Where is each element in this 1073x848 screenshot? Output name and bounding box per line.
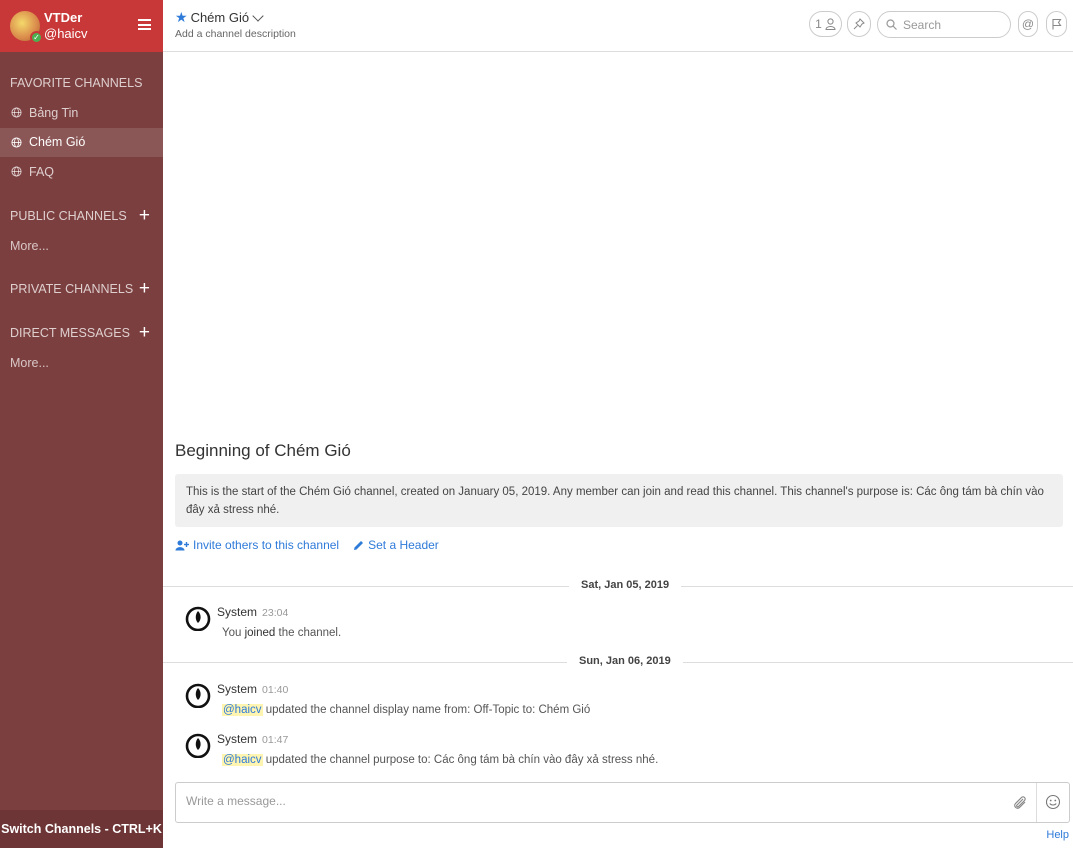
user-display-name: VTDer [44, 10, 83, 25]
star-icon[interactable]: ★ [175, 9, 188, 26]
private-channels-title: PRIVATE CHANNELS + [0, 274, 163, 304]
emoji-icon[interactable] [1045, 794, 1061, 810]
message-composer [175, 782, 1070, 823]
member-count-button[interactable]: 1 [809, 11, 842, 37]
message-author[interactable]: System [217, 682, 257, 696]
globe-icon [11, 137, 22, 148]
add-public-channel-icon[interactable]: + [139, 206, 150, 225]
invite-others-label: Invite others to this channel [193, 538, 340, 552]
channel-intro-text: This is the start of the Chém Gió channe… [175, 474, 1063, 527]
channel-description[interactable]: Add a channel description [175, 28, 296, 40]
sidebar-item-label: Chém Gió [29, 135, 86, 150]
recent-mentions-button[interactable]: @ [1018, 11, 1038, 37]
chevron-down-icon [252, 9, 264, 22]
hamburger-menu-icon[interactable] [138, 19, 151, 30]
message-header: System 23:04 [217, 605, 288, 619]
user-mention[interactable]: @haicv [222, 704, 263, 716]
channel-name-dropdown[interactable]: ★ Chém Gió [175, 9, 264, 26]
at-sign-icon: @ [1021, 17, 1035, 31]
channel-header: ★ Chém Gió Add a channel description 1 S… [163, 0, 1073, 52]
pin-icon [853, 18, 865, 30]
message-body: updated the channel purpose to: Các ông … [262, 754, 659, 766]
message-header: System 01:40 [217, 682, 288, 696]
online-status-icon: ✓ [30, 31, 43, 44]
message-body: updated the channel display name from: O… [262, 704, 591, 716]
sidebar: ✓ VTDer @haicv FAVORITE CHANNELS Bảng Ti… [0, 0, 163, 848]
add-private-channel-icon[interactable]: + [139, 279, 150, 298]
flagged-posts-button[interactable] [1046, 11, 1067, 37]
paperclip-icon[interactable] [1011, 794, 1029, 812]
channel-intro-title: Beginning of Chém Gió [175, 441, 351, 460]
message-text: @haicv updated the channel purpose to: C… [222, 754, 658, 766]
public-channels-label: PUBLIC CHANNELS [10, 208, 127, 223]
message-text-post: the channel. [275, 627, 342, 639]
date-label: Sun, Jan 06, 2019 [567, 655, 683, 667]
date-label: Sat, Jan 05, 2019 [569, 579, 682, 591]
message-author[interactable]: System [217, 605, 257, 619]
favorite-channels-label: FAVORITE CHANNELS [10, 76, 143, 90]
member-count: 1 [815, 17, 822, 31]
message-input[interactable] [186, 794, 986, 808]
user-info[interactable]: VTDer @haicv [44, 10, 88, 42]
search-placeholder: Search [903, 17, 942, 32]
message-text-pre: You [222, 627, 245, 639]
add-user-icon [175, 540, 189, 550]
system-logo-icon [185, 683, 211, 708]
direct-messages-label: DIRECT MESSAGES [10, 325, 130, 340]
message-text: @haicv updated the channel display name … [222, 704, 590, 716]
public-channels-title: PUBLIC CHANNELS + [0, 201, 163, 231]
sidebar-item-faq[interactable]: FAQ [0, 157, 163, 187]
set-header-label: Set a Header [368, 538, 439, 552]
message-text: You joined the channel. [222, 627, 341, 639]
sidebar-item-label: FAQ [29, 164, 55, 179]
sidebar-item-label: Bảng Tin [29, 105, 79, 120]
search-icon [886, 19, 897, 30]
sidebar-item-bang-tin[interactable]: Bảng Tin [0, 98, 163, 128]
system-logo-icon [185, 733, 211, 758]
favorite-channels-title: FAVORITE CHANNELS [0, 68, 163, 98]
globe-icon [11, 166, 22, 177]
message-time[interactable]: 01:47 [262, 734, 288, 746]
avatar[interactable]: ✓ [10, 11, 43, 44]
direct-messages-title: DIRECT MESSAGES + [0, 318, 163, 348]
main-panel: ★ Chém Gió Add a channel description 1 S… [163, 0, 1073, 848]
direct-messages-more-link[interactable]: More... [0, 348, 163, 378]
public-channels-more-link[interactable]: More... [0, 231, 163, 261]
invite-others-link[interactable]: Invite others to this channel [175, 538, 339, 552]
message-text-bold: joined [244, 627, 276, 639]
member-icon [825, 18, 836, 30]
system-logo-icon [185, 606, 211, 631]
pinned-messages-button[interactable] [847, 11, 871, 37]
message-author[interactable]: System [217, 732, 257, 746]
private-channels-label: PRIVATE CHANNELS [10, 281, 134, 296]
pencil-icon [354, 540, 364, 550]
set-header-link[interactable]: Set a Header [353, 538, 439, 552]
user-handle: @haicv [44, 26, 88, 41]
composer-divider [1036, 783, 1037, 822]
globe-icon [11, 107, 22, 118]
sidebar-header: ✓ VTDer @haicv [0, 0, 163, 52]
add-direct-message-icon[interactable]: + [139, 323, 150, 342]
message-header: System 01:47 [217, 732, 288, 746]
channel-name: Chém Gió [190, 10, 250, 25]
help-link[interactable]: Help [1046, 829, 1069, 841]
message-time[interactable]: 01:40 [262, 684, 288, 696]
switch-channels-button[interactable]: Switch Channels - CTRL+K [0, 810, 163, 848]
search-box[interactable]: Search [877, 11, 1011, 38]
channel-intro-actions: Invite others to this channel Set a Head… [175, 538, 439, 552]
sidebar-item-chem-gio[interactable]: Chém Gió [0, 127, 163, 157]
user-mention[interactable]: @haicv [222, 754, 263, 766]
message-time[interactable]: 23:04 [262, 607, 288, 619]
flag-icon [1052, 18, 1062, 30]
